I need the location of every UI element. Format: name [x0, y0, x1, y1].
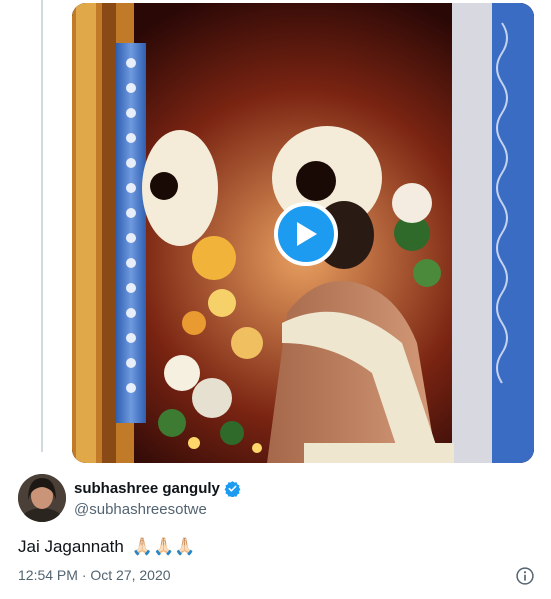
verified-badge-icon [224, 481, 241, 497]
avatar[interactable] [18, 474, 66, 522]
tweet-text-content: Jai Jagannath [18, 537, 124, 556]
tweet-text: Jai Jagannath 🙏🏻🙏🏻🙏🏻 [18, 537, 195, 557]
author-name-row[interactable]: subhashree ganguly [74, 480, 241, 497]
play-icon [297, 222, 317, 246]
avatar-image [18, 474, 66, 522]
tweet-timestamp[interactable]: 12:54 PM · Oct 27, 2020 [18, 567, 171, 583]
display-name[interactable]: subhashree ganguly [74, 480, 220, 497]
video-thumbnail[interactable] [72, 3, 534, 463]
thread-connector-line [41, 0, 43, 452]
author-handle[interactable]: @subhashreesotwe [74, 501, 207, 518]
folded-hands-emojis: 🙏🏻🙏🏻🙏🏻 [131, 537, 196, 556]
info-icon[interactable] [515, 566, 535, 586]
play-button[interactable] [274, 202, 338, 266]
